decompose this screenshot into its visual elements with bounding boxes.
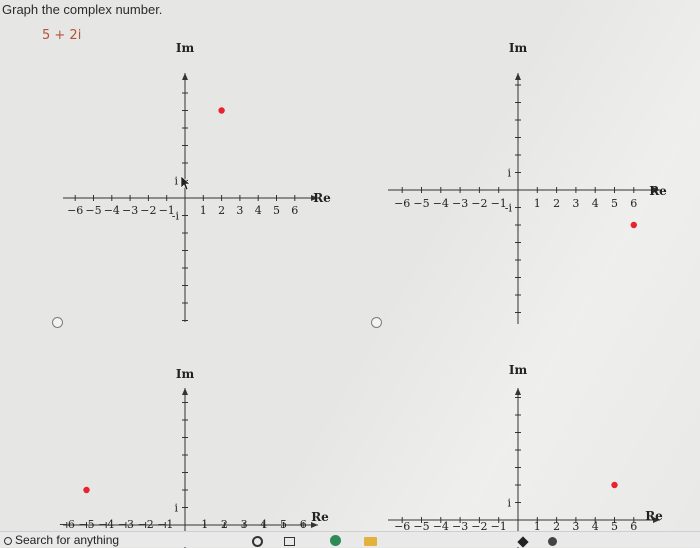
app-icon[interactable] [517,536,529,548]
unit-i-label: i [174,502,178,515]
option-a-radio[interactable] [52,317,63,328]
taskbar-search-placeholder: Search for anything [15,533,120,547]
file-explorer-icon[interactable] [364,537,377,546]
imaginary-axis-arrow [515,388,521,395]
tick-label: −4 [98,518,114,531]
tick-label: 6 [630,197,637,210]
tick-label: 1 [201,518,208,531]
tick-label: −6 [67,204,83,217]
imaginary-axis-arrow [182,73,188,80]
cortana-icon[interactable] [252,536,263,547]
plotted-point [611,481,618,489]
tick-label: 2 [553,197,560,210]
tick-label: 5 [280,518,287,531]
re-axis-label: Re [311,510,329,524]
imaginary-axis-arrow [182,388,188,395]
imaginary-axis-arrow [515,73,521,80]
tick-label: −4 [104,204,120,217]
tick-label: −3 [122,204,138,217]
re-axis-label: Re [649,184,667,198]
tick-label: −5 [85,204,101,217]
tick-label: 4 [255,204,262,217]
unit-neg-i-label: -i [172,210,180,223]
unit-i-label: i [507,167,511,180]
tick-label: 5 [273,204,280,217]
tick-label: −1 [157,518,173,531]
search-icon [4,536,12,545]
tick-label: −5 [78,518,94,531]
tick-label: 2 [221,518,228,531]
tick-label: 6 [300,518,307,531]
im-axis-label: Im [176,41,195,55]
option-b-graph: −6 −5 −4 −3 −2 −1 1 2 3 4 5 6i-iImRe [388,41,667,324]
tick-label: 2 [218,204,225,217]
tick-label: −6 [59,518,75,531]
option-c-graph: −6 −5 −4 −3 −2 −1 1 2 3 4 5 6 i Im Re [59,367,329,548]
tick-label: 6 [291,204,298,217]
windows-taskbar: Search for anything [0,531,700,548]
tick-label: −3 [452,197,468,210]
tick-label: 3 [236,204,243,217]
tick-label: 1 [200,204,207,217]
task-view-icon[interactable] [284,537,295,546]
plotted-point [630,221,637,229]
im-axis-label: Im [509,41,528,55]
tick-label: −2 [140,204,156,217]
tick-label: 4 [592,197,599,210]
tick-label: −2 [471,197,487,210]
unit-neg-i-label: -i [505,202,513,215]
tick-label: −6 [394,197,410,210]
tick-label: 4 [260,518,267,531]
option-d-graph: −6 −5 −4 −3 −2 −1 1 2 3 4 5 6iImRe [388,363,663,548]
option-b-radio[interactable] [371,317,382,328]
unit-i-label: i [507,497,511,510]
answer-graphs: −6 −5 −4 −3 −2 −1 1 2 3 4 5 6i-iImRe −6 −5 −4 −3 −2 −1 1 2… [59,41,667,548]
tick-label: 1 [534,197,541,210]
tick-label: −4 [433,197,449,210]
re-axis-label: Re [645,509,663,523]
im-axis-label: Im [176,367,195,381]
app-icon[interactable] [548,537,557,546]
tick-label: 3 [572,197,579,210]
unit-i-label: i [174,175,178,188]
edge-icon[interactable] [330,535,341,546]
plotted-point [218,107,225,114]
taskbar-search-box[interactable]: Search for anything [4,533,119,547]
re-axis-label: Re [313,191,331,205]
im-axis-label: Im [509,363,528,377]
tick-label: 3 [241,518,248,531]
tick-label: 5 [611,197,618,210]
option-a-graph: −6 −5 −4 −3 −2 −1 1 2 3 4 5 6i-iImRe [63,41,331,322]
plotted-point [83,486,90,494]
tick-label: −5 [413,197,429,210]
tick-label: −3 [118,518,134,531]
tick-label: −2 [137,518,153,531]
